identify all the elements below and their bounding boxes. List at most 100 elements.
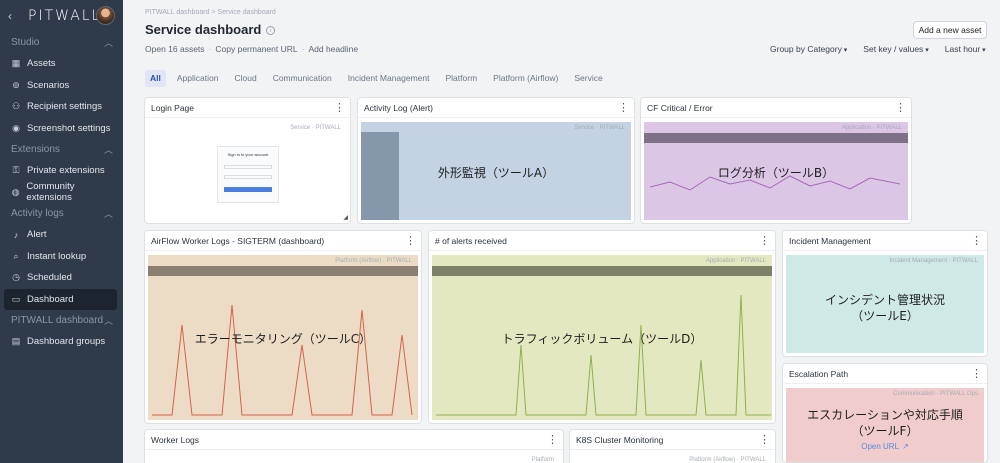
asset-screenshot[interactable]: Communication · PITWALL Ops エスカレーションや対応手… [786,388,984,462]
asset-screenshot[interactable]: Platform [148,454,560,463]
tab-communication[interactable]: Communication [268,70,337,87]
sidebar-item-assets[interactable]: ▦ Assets [0,53,117,75]
section-extensions[interactable]: Extensions ︿ [0,139,123,160]
panel-title: AirFlow Worker Logs - SIGTERM (dashboard… [151,235,325,246]
more-icon[interactable]: ⋮ [618,101,629,114]
chevron-up-icon: ︿ [103,145,113,155]
asset-screenshot[interactable]: Service · PITWALL Sign in to your accoun… [148,122,347,220]
panel-title: # of alerts received [435,235,507,246]
panel-cf-critical[interactable]: CF Critical / Error ⋮ Application · PITWA… [640,97,912,224]
separator: · [301,44,305,54]
section-activity-logs[interactable]: Activity logs ︿ [0,203,123,224]
asset-label: Platform (Airflow) · PITWALL [335,258,412,264]
sidebar-item-community-extensions[interactable]: ◍ Community extensions [0,181,117,203]
sidebar-item-recipient-settings[interactable]: ⚇ Recipient settings [0,96,117,118]
sidebar-item-screenshot-settings[interactable]: ◉ Screenshot settings [0,118,117,140]
more-icon[interactable]: ⋮ [759,433,770,446]
panel-alerts-received[interactable]: # of alerts received ⋮ Application · PITW… [428,230,776,424]
camera-icon: ◉ [12,122,20,133]
panel-activity-log[interactable]: Activity Log (Alert) ⋮ Service · PITWALL … [357,97,635,224]
bell-icon: ♪ [13,229,19,240]
asset-screenshot[interactable]: Platform (Airflow) · PITWALL [573,454,772,463]
section-label: Studio [11,37,40,48]
tab-platform-airflow[interactable]: Platform (Airflow) [488,70,563,87]
add-headline-link[interactable]: Add headline [308,44,358,54]
time-range-dropdown[interactable]: Last hour [945,44,986,54]
sidebar-item-label: Scenarios [27,79,70,91]
section-pitwall-dashboard[interactable]: PITWALL dashboard ︿ [0,310,123,331]
tab-service[interactable]: Service [569,70,607,87]
sidebar-item-dashboard[interactable]: ▭ Dashboard [4,288,117,310]
more-icon[interactable]: ⋮ [971,234,982,247]
user-settings-icon: ⚇ [11,101,21,112]
more-icon[interactable]: ⋮ [547,433,558,446]
panel-title: Escalation Path [789,368,849,379]
sidebar-item-instant-lookup[interactable]: ⌕ Instant lookup [0,246,117,268]
sidebar-item-label: Alert [27,229,47,241]
sidebar-item-private-extensions[interactable]: ⚿ Private extensions [0,160,117,182]
tool-overlay-sublabel: （ツールF） [851,424,919,438]
asset-screenshot[interactable]: Incident Management · PITWALL インシデント管理状況… [786,255,984,353]
group-by-dropdown[interactable]: Group by Category [770,44,847,54]
sidebar-item-scenarios[interactable]: ⊚ Scenarios [0,75,117,97]
chevron-left-icon[interactable]: ‹ [8,9,22,23]
tab-platform[interactable]: Platform [441,70,483,87]
tab-incident-management[interactable]: Incident Management [343,70,435,87]
more-icon[interactable]: ⋮ [334,101,345,114]
asset-screenshot[interactable]: Service · PITWALL 外形監視（ツールA） [361,122,631,220]
sidebar-item-alert[interactable]: ♪ Alert [0,224,117,246]
asset-label: Service · PITWALL [290,125,341,131]
panel-incident-management[interactable]: Incident Management ⋮ Incident Management… [782,230,988,357]
login-form-title: Sign in to your account [227,152,269,157]
panel-title: CF Critical / Error [647,102,713,113]
asset-label: Service · PITWALL [574,125,625,131]
panel-worker-logs[interactable]: Worker Logs ⋮ Platform [144,429,564,463]
more-icon[interactable]: ⋮ [759,234,770,247]
panel-k8s-cluster-monitoring[interactable]: K8S Cluster Monitoring ⋮ Platform (Airflo… [569,429,776,463]
tab-cloud[interactable]: Cloud [229,70,261,87]
main-content: PITWALL dashboard > Service dashboard Se… [123,0,1000,463]
asset-label: Communication · PITWALL Ops [893,391,978,397]
breadcrumb[interactable]: PITWALL dashboard > Service dashboard [145,9,276,16]
sidebar-item-label: Assets [27,58,56,70]
tab-all[interactable]: All [145,70,166,87]
sidebar-item-label: Screenshot settings [27,122,111,134]
tool-overlay-label: 外形監視（ツールA） [437,166,555,180]
section-studio[interactable]: Studio ︿ [0,32,123,53]
add-asset-button[interactable]: Add a new asset [913,21,987,39]
panel-title: Incident Management [789,235,871,246]
tool-header-preview [644,133,908,143]
asset-screenshot[interactable]: Application · PITWALL トラフィックボリューム（ツールD） [432,255,772,420]
resize-handle-icon[interactable]: ◢ [343,214,348,221]
pitwall-logo[interactable]: PITWALL [28,8,101,24]
sign-in-button [224,187,272,192]
open-assets-link[interactable]: Open 16 assets [145,44,205,54]
panel-login-page[interactable]: Login Page ⋮ Service · PITWALL Sign in to… [144,97,351,224]
page-title-text: Service dashboard [145,22,262,37]
more-icon[interactable]: ⋮ [895,101,906,114]
panel-header: # of alerts received ⋮ [429,231,775,251]
sidebar-item-label: Private extensions [27,165,105,177]
globe-icon: ◍ [11,186,20,197]
panel-header: Escalation Path ⋮ [783,364,987,384]
sidebar-item-label: Scheduled [27,272,72,284]
tab-application[interactable]: Application [172,70,224,87]
panel-escalation-path[interactable]: Escalation Path ⋮ Communication · PITWALL… [782,363,988,463]
copy-url-link[interactable]: Copy permanent URL [215,44,297,54]
panel-airflow-worker-logs[interactable]: AirFlow Worker Logs - SIGTERM (dashboard… [144,230,422,424]
panel-title: Login Page [151,102,195,113]
avatar[interactable] [96,6,115,25]
sidebar-item-dashboard-groups[interactable]: ▤ Dashboard groups [0,331,117,353]
section-label: PITWALL dashboard [11,315,104,326]
asset-screenshot[interactable]: Application · PITWALL ログ分析（ツールB） [644,122,908,220]
open-url-link[interactable]: Open URL [861,442,899,451]
tool-overlay-label: エラーモニタリング（ツールC） [194,332,372,346]
key-values-dropdown[interactable]: Set key / values [863,44,928,54]
asset-screenshot[interactable]: Platform (Airflow) · PITWALL エラーモニタリング（ツ… [148,255,418,420]
info-icon[interactable]: i [266,26,276,35]
more-icon[interactable]: ⋮ [971,367,982,380]
chevron-up-icon: ︿ [103,209,113,219]
external-link-icon[interactable]: ↗ [902,442,909,451]
more-icon[interactable]: ⋮ [405,234,416,247]
sidebar-item-scheduled[interactable]: ◷ Scheduled [0,267,117,289]
